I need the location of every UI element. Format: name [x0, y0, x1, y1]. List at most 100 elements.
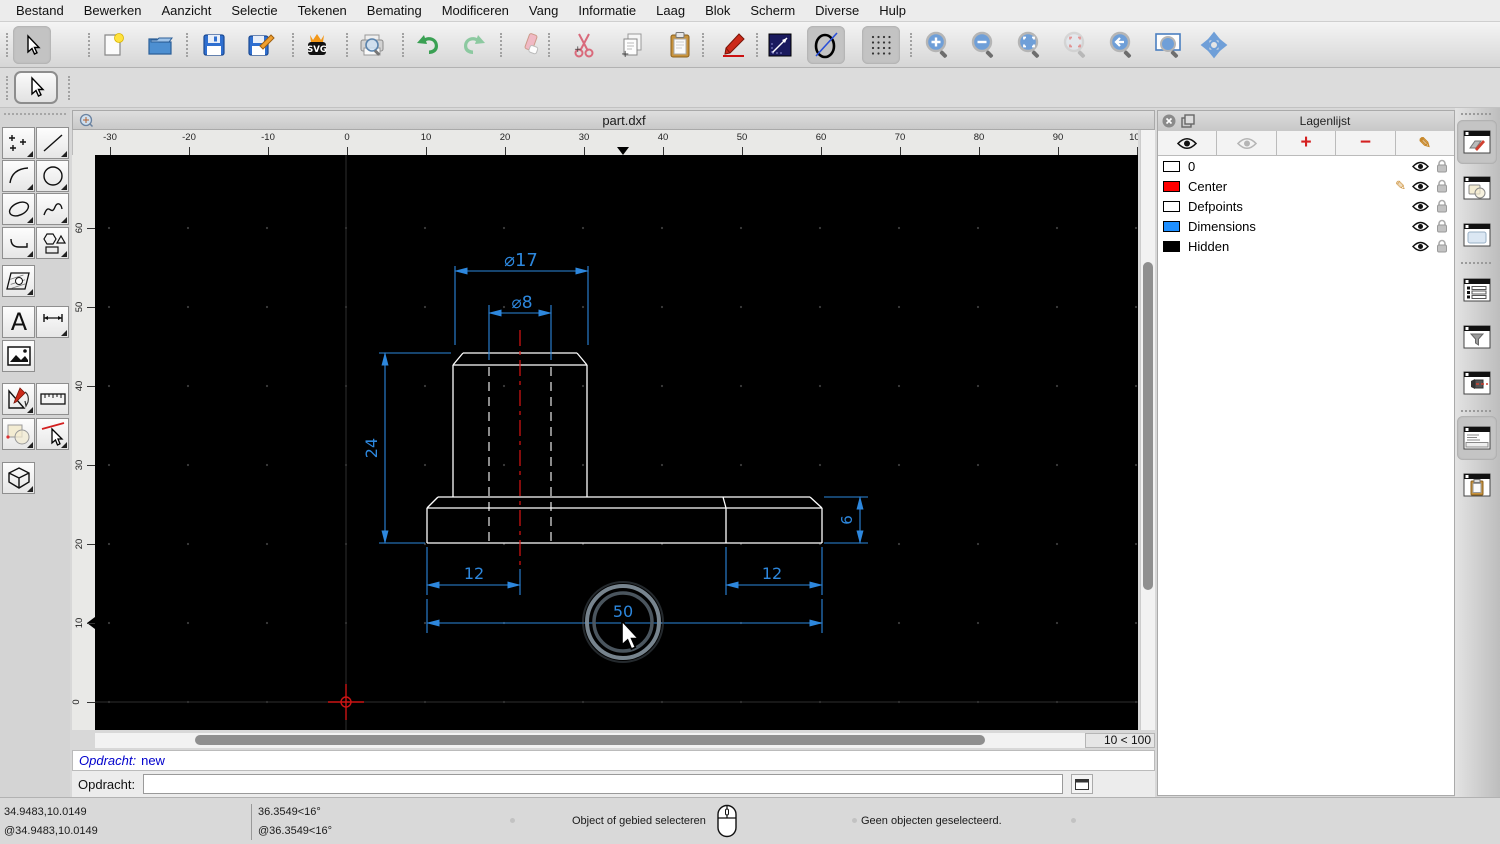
menu-scherm[interactable]: Scherm: [740, 0, 805, 22]
vertical-scrollbar-thumb[interactable]: [1143, 262, 1153, 590]
layer-row-0[interactable]: 0: [1158, 156, 1454, 176]
new-document-button[interactable]: [94, 26, 132, 64]
dimension-tool-button[interactable]: [36, 306, 69, 338]
horizontal-scrollbar[interactable]: [95, 733, 1085, 748]
drawing-canvas[interactable]: ⌀17 ⌀8 24 6 12 12 50: [95, 155, 1138, 730]
layer-visibility-eye-icon[interactable]: [1412, 201, 1429, 212]
document-titlebar[interactable]: part.dxf: [72, 110, 1155, 130]
layer-visibility-eye-icon[interactable]: [1412, 161, 1429, 172]
back-arrow-icon: [1108, 31, 1136, 59]
menu-informatie[interactable]: Informatie: [568, 0, 646, 22]
solid-3d-tool-button[interactable]: [2, 462, 35, 494]
ellipse-tool-button[interactable]: [2, 193, 35, 225]
open-file-button[interactable]: [141, 26, 179, 64]
select-tool-button[interactable]: [13, 26, 51, 64]
library-browser-widget-button[interactable]: [1457, 213, 1497, 257]
menu-diverse[interactable]: Diverse: [805, 0, 869, 22]
undo-button[interactable]: [409, 26, 447, 64]
vertical-scrollbar[interactable]: [1140, 130, 1155, 730]
layer-row-center[interactable]: Center✎: [1158, 176, 1454, 196]
command-dock-button[interactable]: [1071, 774, 1093, 794]
layer-visibility-eye-icon[interactable]: [1412, 221, 1429, 232]
layer-lock-icon[interactable]: [1436, 159, 1448, 173]
hatch-tool-button[interactable]: [2, 265, 35, 297]
layer-list-widget-button[interactable]: [1457, 120, 1497, 164]
layer-lock-icon[interactable]: [1436, 239, 1448, 253]
measure-tool-button[interactable]: [36, 383, 69, 415]
menu-bemating[interactable]: Bemating: [357, 0, 432, 22]
cut-button[interactable]: +: [565, 26, 603, 64]
polygon-tool-button[interactable]: [36, 227, 69, 259]
layer-filter-widget-button[interactable]: [1457, 315, 1497, 359]
circle-tool-button[interactable]: [36, 160, 69, 192]
block-list-widget-button[interactable]: [1457, 166, 1497, 210]
command-widget-button[interactable]: [1457, 416, 1497, 460]
draft-pen-button[interactable]: [715, 26, 753, 64]
layer-visibility-eye-icon[interactable]: [1412, 181, 1429, 192]
clipboard-widget-button[interactable]: [1457, 463, 1497, 507]
spline-tool-button[interactable]: [36, 193, 69, 225]
menu-tekenen[interactable]: Tekenen: [288, 0, 357, 22]
add-layer-button[interactable]: +: [1277, 131, 1336, 155]
line-tool-button[interactable]: [36, 127, 69, 159]
layer-row-dimensions[interactable]: Dimensions: [1158, 216, 1454, 236]
entity-list-widget-button[interactable]: [1457, 268, 1497, 312]
red-pencil-icon: [721, 32, 747, 58]
image-tool-button[interactable]: [2, 340, 35, 372]
hide-all-layers-button[interactable]: [1217, 131, 1276, 155]
remove-layer-button[interactable]: −: [1336, 131, 1395, 155]
points-tool-button[interactable]: [2, 127, 35, 159]
menu-selectie[interactable]: Selectie: [221, 0, 287, 22]
vruler-label: 10: [74, 618, 85, 629]
modify-shapes-button[interactable]: [2, 418, 35, 450]
pen-wizard-widget-button[interactable]: [1457, 361, 1497, 405]
save-button[interactable]: [195, 26, 233, 64]
layer-row-defpoints[interactable]: Defpoints: [1158, 196, 1454, 216]
show-all-layers-button[interactable]: [1158, 131, 1217, 155]
horizontal-scrollbar-thumb[interactable]: [195, 735, 985, 745]
float-window-icon[interactable]: [1181, 114, 1195, 128]
delete-button[interactable]: [512, 26, 550, 64]
layer-lock-icon[interactable]: [1436, 179, 1448, 193]
layer-row-hidden[interactable]: Hidden: [1158, 236, 1454, 256]
zoom-out-button[interactable]: [965, 26, 1003, 64]
redo-button[interactable]: [455, 26, 493, 64]
menu-bewerken[interactable]: Bewerken: [74, 0, 152, 22]
draft-mode-button[interactable]: [807, 26, 845, 64]
zoom-auto-button[interactable]: [1011, 26, 1049, 64]
arc-tool-button[interactable]: [2, 160, 35, 192]
command-input[interactable]: [143, 774, 1063, 794]
deselect-tool-button[interactable]: [36, 418, 69, 450]
view-back-button[interactable]: [1103, 26, 1141, 64]
print-preview-button[interactable]: [353, 26, 391, 64]
paste-button[interactable]: [661, 26, 699, 64]
layer-visibility-eye-icon[interactable]: [1412, 241, 1429, 252]
zoom-previous-button[interactable]: [1057, 26, 1095, 64]
menu-vang[interactable]: Vang: [519, 0, 568, 22]
save-as-button[interactable]: [242, 26, 280, 64]
menu-bestand[interactable]: Bestand: [6, 0, 74, 22]
cad-tools-button[interactable]: [2, 383, 35, 415]
text-tool-button[interactable]: A: [2, 306, 35, 338]
svg-export-button[interactable]: SVG: [298, 26, 336, 64]
layer-lock-icon[interactable]: [1436, 199, 1448, 213]
polygon-shapes-icon: [40, 231, 66, 255]
zoom-in-button[interactable]: [919, 26, 957, 64]
zoom-window-button[interactable]: [1149, 26, 1187, 64]
edit-layer-button[interactable]: ✎: [1396, 131, 1454, 155]
menu-blok[interactable]: Blok: [695, 0, 740, 22]
vruler-label: 20: [74, 539, 85, 550]
grid-toggle-button[interactable]: [862, 26, 900, 64]
menu-hulp[interactable]: Hulp: [869, 0, 916, 22]
menu-laag[interactable]: Laag: [646, 0, 695, 22]
pan-button[interactable]: [1195, 26, 1233, 64]
layer-lock-icon[interactable]: [1436, 219, 1448, 233]
menu-modificeren[interactable]: Modificeren: [432, 0, 519, 22]
close-icon[interactable]: [1162, 114, 1176, 128]
selection-pointer-button[interactable]: [14, 71, 58, 104]
polyline-tool-button[interactable]: [2, 227, 35, 259]
layer-panel-header[interactable]: Lagenlijst: [1158, 111, 1454, 131]
menu-aanzicht[interactable]: Aanzicht: [152, 0, 222, 22]
copy-button[interactable]: +: [614, 26, 652, 64]
line-preview-button[interactable]: [761, 26, 799, 64]
